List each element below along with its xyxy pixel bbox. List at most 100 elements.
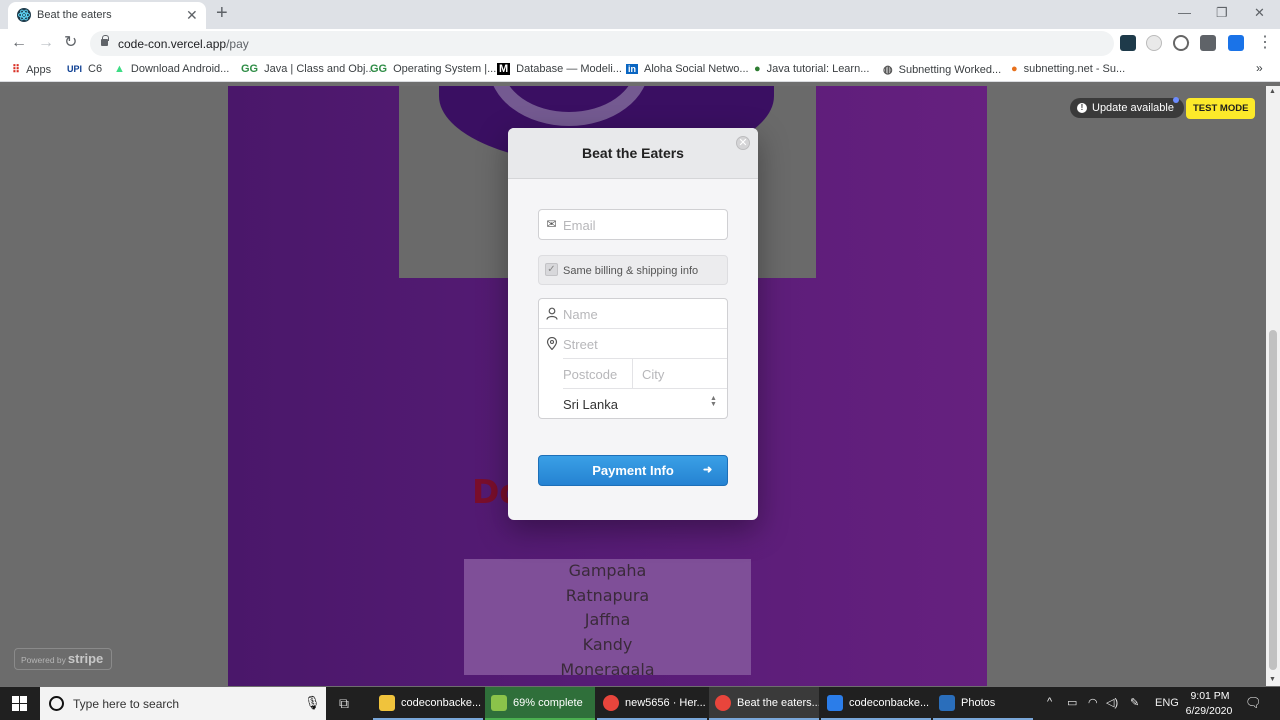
list-item[interactable]: Jaffna [464, 608, 751, 633]
language-indicator[interactable]: ENG [1155, 697, 1179, 709]
list-item[interactable]: Kandy [464, 633, 751, 658]
bookmark-label: Aloha Social Netwo... [644, 63, 749, 75]
same-billing-label: Same billing & shipping info [563, 265, 699, 277]
same-billing-option[interactable]: ✓ Same billing & shipping info [538, 255, 728, 285]
update-available-button[interactable]: ! Update available [1070, 98, 1184, 118]
taskbar-item-photos[interactable]: Photos [933, 687, 1033, 720]
bookmark-label: C6 [88, 63, 103, 75]
windows-start-button[interactable] [12, 696, 27, 711]
action-center-icon[interactable]: 🗨 [1245, 695, 1262, 711]
browser-toolbar: ← → ↻ code-con.vercel.app/pay ☆ ⋮ [0, 29, 1280, 58]
stripe-checkout-modal: Beat the Eaters ✕ ✉ ✓ Same billing & shi… [508, 128, 758, 520]
email-field[interactable] [563, 216, 713, 234]
street-field[interactable] [563, 335, 713, 353]
taskbar-search-box[interactable]: Type here to search 🎙 [40, 687, 326, 720]
country-value: Sri Lanka [563, 397, 618, 412]
bookmark-java-class[interactable]: GG Java | Class and Obj... [241, 63, 375, 75]
taskbar-item-label: new5656 · Her... [625, 697, 706, 709]
windows-taskbar: Type here to search 🎙 ⧉ codeconbacke... … [0, 687, 1280, 720]
extension-icon[interactable] [1173, 35, 1189, 51]
bookmark-apps[interactable]: ⠿ Apps [12, 63, 51, 76]
geeksforgeeks-icon: GG [370, 63, 388, 75]
task-view-icon[interactable]: ⧉ [339, 695, 349, 712]
scrollbar-thumb[interactable] [1269, 330, 1277, 670]
extension-icon[interactable] [1146, 35, 1162, 51]
person-icon [545, 307, 558, 320]
puzzle-extensions-icon[interactable] [1200, 35, 1216, 51]
react-devtools-extension-icon[interactable] [1120, 35, 1136, 51]
window-close-button[interactable]: ✕ [1254, 5, 1265, 21]
country-select[interactable]: Sri Lanka ▲ ▼ [539, 389, 727, 419]
test-mode-badge[interactable]: TEST MODE [1186, 98, 1256, 119]
same-billing-checkbox[interactable]: ✓ [545, 263, 558, 276]
battery-icon[interactable]: ▭ [1067, 696, 1077, 709]
tab-close-icon[interactable]: ✕ [186, 7, 198, 23]
update-available-label: Update available [1092, 102, 1174, 114]
name-field[interactable] [563, 305, 713, 323]
photos-icon [939, 695, 955, 711]
bookmark-subnetting-net[interactable]: ● subnetting.net - Su... [1011, 63, 1125, 75]
modal-close-button[interactable]: ✕ [736, 136, 750, 150]
restore-button[interactable]: ❐ [1216, 5, 1228, 21]
taskbar-item-chrome-beat-the-eaters[interactable]: Beat the eaters... [709, 687, 819, 720]
alert-icon: ! [1077, 103, 1087, 113]
microphone-icon[interactable]: 🎙 [304, 695, 321, 711]
taskbar-item-chrome-heroku[interactable]: new5656 · Her... [597, 687, 707, 720]
address-bar[interactable]: code-con.vercel.app/pay ☆ [90, 31, 1190, 56]
minimize-button[interactable]: — [1178, 5, 1191, 21]
url-path: /pay [226, 37, 249, 51]
powered-by-stripe-badge[interactable]: Powered by stripe [14, 648, 112, 670]
pen-icon[interactable]: ✎ [1130, 696, 1139, 709]
globe-icon: ◍ [883, 64, 893, 76]
linkedin-icon: in [626, 64, 638, 74]
taskbar-item-webstorm[interactable]: codeconbacke... [821, 687, 931, 720]
city-field[interactable] [642, 365, 722, 383]
file-copy-icon [491, 695, 507, 711]
list-item[interactable]: Moneragala [464, 658, 751, 675]
clock-date[interactable]: 6/29/2020 [1184, 705, 1234, 717]
district-list[interactable]: Gampaha Ratnapura Jaffna Kandy Moneragal… [464, 559, 751, 675]
address-fields: Sri Lanka ▲▼ [538, 298, 728, 419]
wifi-icon[interactable]: ◠ [1088, 696, 1098, 709]
browser-menu-icon[interactable]: ⋮ [1257, 34, 1273, 52]
taskbar-item-copy-progress[interactable]: 69% complete [485, 687, 595, 720]
email-field-box: ✉ [538, 209, 728, 240]
page-scrollbar[interactable]: ▲ ▼ [1266, 86, 1280, 686]
android-icon: ▲ [114, 63, 125, 75]
bookmark-subnetting-worked[interactable]: ◍ Subnetting Worked... [883, 63, 1001, 76]
scroll-down-icon[interactable]: ▼ [1269, 676, 1276, 683]
bookmark-label: Operating System |... [393, 63, 497, 75]
upi-icon: UPI [67, 64, 83, 74]
subnetting-icon: ● [1011, 63, 1018, 75]
new-tab-button[interactable]: + [216, 3, 228, 23]
bookmark-download-android[interactable]: ▲ Download Android... [114, 63, 229, 75]
list-item[interactable]: Ratnapura [464, 584, 751, 609]
payment-info-button[interactable]: Payment Info ➜ [538, 455, 728, 486]
powered-by-label: Powered by [21, 655, 66, 665]
volume-icon[interactable]: ◁) [1106, 696, 1118, 709]
scroll-up-icon[interactable]: ▲ [1269, 88, 1276, 95]
postcode-field[interactable] [563, 365, 629, 383]
bookmark-database[interactable]: M Database — Modeli... [497, 63, 622, 75]
reload-button[interactable]: ↻ [64, 34, 77, 52]
bookmark-operating-system[interactable]: GG Operating System |... [370, 63, 496, 75]
react-favicon-icon [17, 8, 31, 22]
modal-header: Beat the Eaters ✕ [508, 128, 758, 179]
bookmarks-bar: ⠿ Apps UPI C6 ▲ Download Android... GG Java … [0, 58, 1280, 82]
tray-overflow-chevron-icon[interactable]: ^ [1047, 696, 1052, 708]
back-button[interactable]: ← [11, 34, 27, 52]
list-item[interactable]: Gampaha [464, 559, 751, 584]
bookmark-c6[interactable]: UPI C6 [67, 63, 102, 75]
tab-beat-the-eaters[interactable]: Beat the eaters ✕ [8, 2, 206, 29]
bookmark-label: Java | Class and Obj... [264, 63, 375, 75]
bookmarks-overflow-button[interactable]: » [1256, 61, 1263, 75]
arrow-right-icon: ➜ [703, 464, 713, 476]
forward-button[interactable]: → [38, 34, 54, 52]
clock-time[interactable]: 9:01 PM [1190, 690, 1230, 702]
taskbar-item-file-explorer[interactable]: codeconbacke... [373, 687, 483, 720]
tab-title: Beat the eaters [37, 9, 112, 21]
profile-icon[interactable] [1228, 35, 1244, 51]
bookmark-java-tutorial[interactable]: ● Java tutorial: Learn... [754, 63, 869, 75]
envelope-icon: ✉ [546, 217, 557, 231]
bookmark-aloha-social[interactable]: in Aloha Social Netwo... [626, 63, 749, 75]
